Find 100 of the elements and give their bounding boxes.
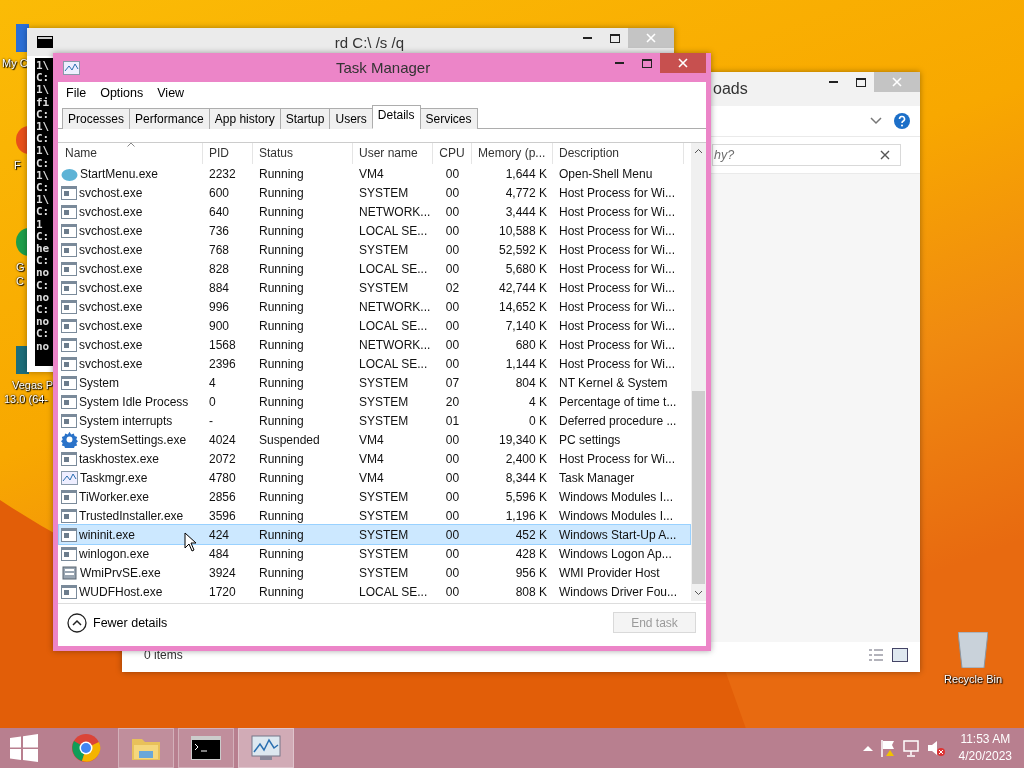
scroll-thumb[interactable] [692,391,705,584]
table-cell: svchost.exe [79,299,143,314]
table-row[interactable]: wininit.exe 424 Running SYSTEM 00 452 K Windows Start-Up A... [59,525,690,544]
table-cell-text: 52,592 K [497,242,548,257]
table-row[interactable]: svchost.exe 768 Running SYSTEM 00 52,592 K Host Process for Wi... [59,240,690,259]
tab[interactable]: Users [329,108,373,129]
table-cell-text: 452 K [514,527,548,542]
table-row[interactable]: svchost.exe 1568 Running NETWORK... 00 680 K Host Process for Wi... [59,335,690,354]
chevron-up-icon[interactable] [862,745,873,751]
network-icon[interactable] [902,739,921,757]
table-row[interactable]: svchost.exe 900 Running LOCAL SE... 00 7,140 K Host Process for Wi... [59,316,690,335]
window-icon [61,584,77,599]
table-row[interactable]: Taskmgr.exe 4780 Running VM4 00 8,344 K Task Manager [59,468,690,487]
console-line: C: [36,133,50,146]
shell-icon [61,166,78,181]
table-row[interactable]: WmiPrvSE.exe 3924 Running SYSTEM 00 956 K WMI Provider Host [59,563,690,582]
table-row[interactable]: svchost.exe 828 Running LOCAL SE... 00 5,680 K Host Process for Wi... [59,259,690,278]
tab[interactable]: Processes [62,108,131,129]
table-row[interactable]: svchost.exe 884 Running SYSTEM 02 42,744 K Host Process for Wi... [59,278,690,297]
table-row[interactable]: TiWorker.exe 2856 Running SYSTEM 00 5,596 K Windows Modules I... [59,487,690,506]
clear-icon [880,150,890,160]
maximize-icon[interactable] [609,33,620,43]
table-cell-text: 5,596 K [504,489,548,504]
table-row[interactable]: svchost.exe 640 Running NETWORK... 00 3,444 K Host Process for Wi... [59,202,690,221]
close-button[interactable] [874,72,920,92]
table-cell-text: LOCAL SE... [358,261,429,276]
flag-icon[interactable] [878,739,897,757]
menu-item[interactable]: File [66,86,87,100]
table-row[interactable]: svchost.exe 600 Running SYSTEM 00 4,772 K Host Process for Wi... [59,183,690,202]
table-cell-text: LOCAL SE... [358,223,429,238]
table-row[interactable]: WUDFHost.exe 1720 Running LOCAL SE... 00 808 K Windows Driver Fou... [59,582,690,601]
console-line: fi [36,96,50,109]
table-cell-text: 600 [208,185,231,200]
table-cell: svchost.exe [79,337,143,352]
table-cell-text: Task Manager [558,470,636,485]
table-cell: svchost.exe [79,356,143,371]
column-header[interactable]: Status [253,143,353,164]
table-cell: WmiPrvSE.exe [80,565,161,580]
start-icon[interactable] [10,734,38,762]
speaker-muted-icon[interactable] [926,739,945,757]
search-field[interactable]: hy? [712,144,901,166]
table-cell-text: 1,196 K [504,508,548,523]
table-row[interactable]: svchost.exe 736 Running LOCAL SE... 00 10,588 K Host Process for Wi... [59,221,690,240]
taskbar-button[interactable] [178,728,234,768]
table-row[interactable]: System 4 Running SYSTEM 07 804 K NT Kernel & System [59,373,690,392]
column-header[interactable]: Memory (p... [472,143,553,164]
close-button[interactable] [628,28,674,48]
table-row[interactable]: SystemSettings.exe 4024 Suspended VM4 00 19,340 K PC settings [59,430,690,449]
fewer-details-link[interactable]: Fewer details [93,615,168,630]
table-cell-text: Running [258,375,305,390]
tab[interactable]: Startup [279,108,331,129]
tab[interactable]: Details [371,105,421,129]
table-cell-text: Percentage of time t... [558,394,678,409]
table-row[interactable]: winlogon.exe 484 Running SYSTEM 00 428 K Windows Logon Ap... [59,544,690,563]
maximize-icon[interactable] [855,77,866,87]
column-header[interactable]: User name [353,143,433,164]
table-cell-text: SYSTEM [358,394,410,409]
table-cell-text: - [208,413,214,428]
table-row[interactable]: TrustedInstaller.exe 3596 Running SYSTEM 00 1,196 K Windows Modules I... [59,506,690,525]
window-icon [61,508,77,523]
table-cell-text: Running [258,565,305,580]
table-cell-text: Running [258,470,305,485]
menu-item[interactable]: View [157,86,185,100]
table-cell-text: 00 [444,261,461,276]
table-cell: svchost.exe [79,242,143,257]
table-cell: svchost.exe [79,223,143,238]
table-row[interactable]: System Idle Process 0 Running SYSTEM 20 4 K Percentage of time t... [59,392,690,411]
table-cell-text: 768 [208,242,231,257]
column-header[interactable]: Description [553,143,684,164]
tab[interactable]: Services [419,108,478,129]
table-cell-text: Running [258,280,305,295]
table-row[interactable]: svchost.exe 996 Running NETWORK... 00 14,652 K Host Process for Wi... [59,297,690,316]
table-row[interactable]: StartMenu.exe 2232 Running VM4 00 1,644 K Open-Shell Menu [59,164,690,183]
table-cell-text: Windows Logon Ap... [558,546,673,561]
window-icon [61,261,77,276]
table-row[interactable]: System interrupts - Running SYSTEM 01 0 K Deferred procedure ... [59,411,690,430]
details-view-icon [868,648,884,662]
window-icon [61,546,77,561]
table-cell: TrustedInstaller.exe [79,508,184,523]
menu-item[interactable]: Options [100,86,144,100]
column-header[interactable]: Name [59,143,203,164]
scrollbar[interactable] [691,143,706,601]
table-cell-text: Host Process for Wi... [558,242,677,257]
table-cell-text: SYSTEM [358,413,410,428]
maximize-icon[interactable] [641,58,652,68]
console-line: no [36,291,50,305]
table-cell-text: 0 [208,394,217,409]
table-cell-text: Running [258,584,305,599]
table-cell-text: Host Process for Wi... [558,204,677,219]
column-header[interactable]: CPU [433,143,472,164]
table-cell-text: Running [258,337,305,352]
table-row[interactable]: svchost.exe 2396 Running LOCAL SE... 00 1,144 K Host Process for Wi... [59,354,690,373]
close-button[interactable] [660,53,706,73]
table-row[interactable]: taskhostex.exe 2072 Running VM4 00 2,400 K Host Process for Wi... [59,449,690,468]
tab[interactable]: App history [208,108,281,129]
column-header[interactable]: PID [203,143,253,164]
tab[interactable]: Performance [129,108,210,129]
table-cell-text: 20 [444,394,461,409]
table-cell-text: NETWORK... [358,337,432,352]
table-cell-text: 1568 [208,337,237,352]
